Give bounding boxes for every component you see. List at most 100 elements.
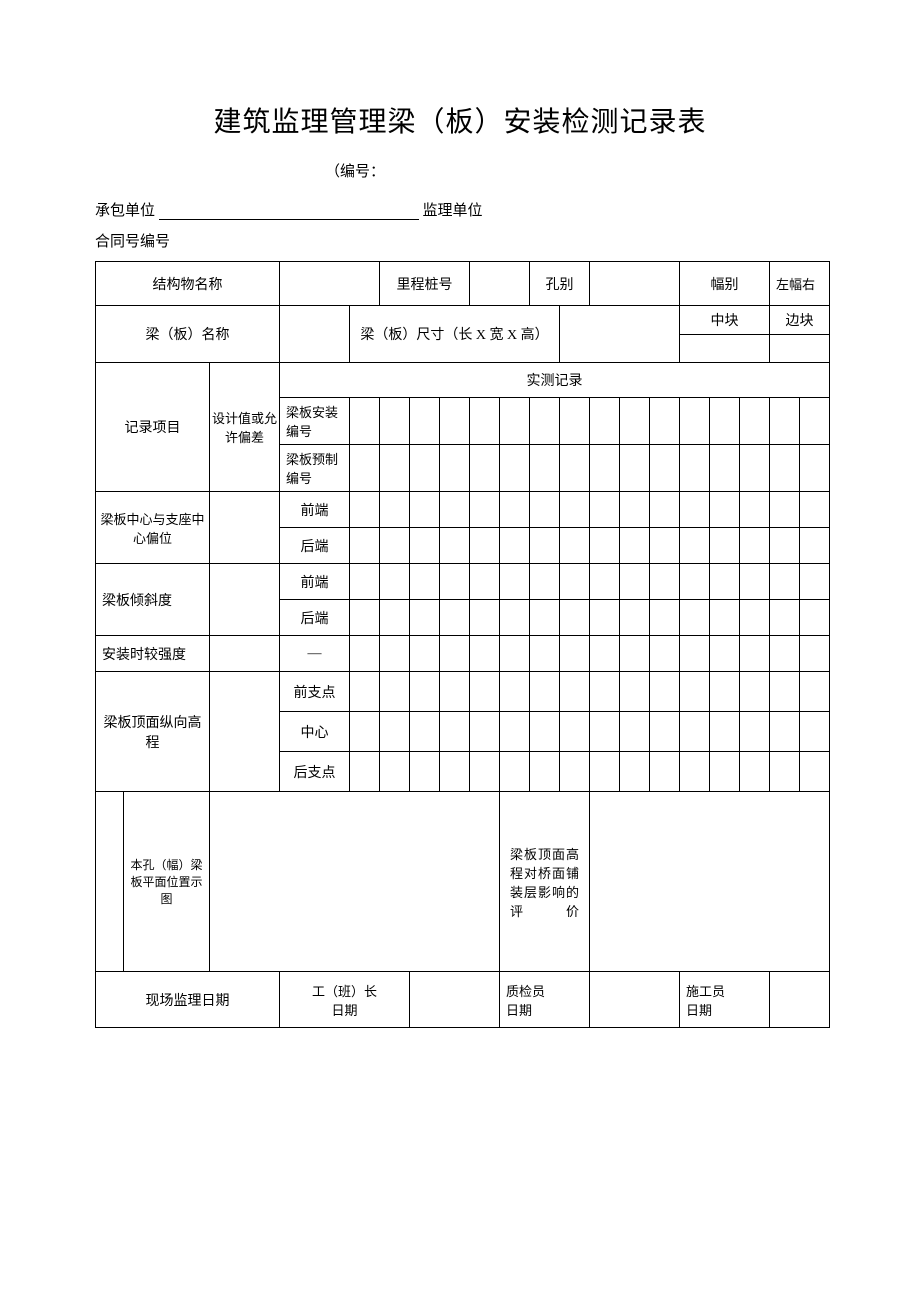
cell	[350, 712, 380, 752]
cell	[710, 712, 740, 752]
cell	[410, 564, 440, 600]
cell	[530, 600, 560, 636]
cell	[530, 528, 560, 564]
cell	[710, 636, 740, 672]
cell	[440, 712, 470, 752]
tolerance-cell	[210, 564, 280, 636]
cell	[380, 600, 410, 636]
cell	[770, 445, 800, 492]
size-value	[560, 306, 680, 363]
cell	[440, 752, 470, 792]
contract-no-line: 合同号编号	[95, 230, 825, 251]
cell	[590, 600, 620, 636]
cell	[740, 636, 770, 672]
beam-name-label: 梁（板）名称	[96, 306, 280, 363]
cell	[740, 600, 770, 636]
cell	[620, 752, 650, 792]
cell	[530, 636, 560, 672]
cell	[560, 564, 590, 600]
cell	[710, 672, 740, 712]
cell	[650, 564, 680, 600]
hole-value	[590, 262, 680, 306]
cell	[680, 636, 710, 672]
cell	[500, 712, 530, 752]
serial-number-label: （编号：	[95, 160, 825, 181]
width-label: 幅别	[680, 262, 770, 306]
cell	[650, 712, 680, 752]
cell	[770, 636, 800, 672]
cell	[350, 564, 380, 600]
cell	[590, 752, 620, 792]
cell	[500, 752, 530, 792]
tilt-label: 梁板倾斜度	[96, 564, 210, 636]
cell	[440, 492, 470, 528]
install-no-label: 梁板安装编号	[280, 398, 350, 445]
eval-label: 梁板顶面高程对桥面铺装层影响的评价	[500, 792, 590, 972]
qc-value	[590, 972, 680, 1028]
plan-diagram-label: 本孔（幅）梁板平面位置示图	[124, 792, 210, 972]
cell	[500, 398, 530, 445]
cell	[500, 636, 530, 672]
cell	[620, 528, 650, 564]
cell	[380, 636, 410, 672]
cell	[350, 492, 380, 528]
cell	[530, 445, 560, 492]
tolerance-cell	[210, 492, 280, 564]
cell	[740, 528, 770, 564]
cell	[770, 528, 800, 564]
cell	[680, 672, 710, 712]
cell	[530, 398, 560, 445]
contractor-line: 承包单位 监理单位	[95, 199, 825, 220]
cell	[680, 528, 710, 564]
cell	[530, 752, 560, 792]
contractor-label: 承包单位	[95, 203, 155, 219]
cell	[740, 672, 770, 712]
cell	[710, 564, 740, 600]
cell	[410, 752, 440, 792]
center-offset-label: 梁板中心与支座中心偏位	[96, 492, 210, 564]
rear-label: 后端	[280, 528, 350, 564]
cell	[650, 492, 680, 528]
mileage-value	[470, 262, 530, 306]
cell	[380, 528, 410, 564]
cell	[650, 636, 680, 672]
cell	[680, 712, 710, 752]
cell	[650, 600, 680, 636]
cell	[470, 528, 500, 564]
cell	[620, 492, 650, 528]
cell	[500, 564, 530, 600]
cell	[410, 712, 440, 752]
cell	[590, 492, 620, 528]
cell	[770, 492, 800, 528]
cell	[770, 564, 800, 600]
cell	[590, 528, 620, 564]
cell	[500, 492, 530, 528]
cell	[410, 398, 440, 445]
cell	[620, 564, 650, 600]
cell	[650, 672, 680, 712]
cell	[440, 672, 470, 712]
page-title: 建筑监理管理梁（板）安装检测记录表	[95, 100, 825, 140]
cell	[800, 564, 830, 600]
cell	[620, 600, 650, 636]
cell	[470, 398, 500, 445]
cell	[560, 600, 590, 636]
strength-label: 安装时较强度	[96, 636, 210, 672]
tolerance-cell	[210, 636, 280, 672]
cell	[590, 672, 620, 712]
cell	[620, 398, 650, 445]
cell	[590, 445, 620, 492]
cell	[770, 398, 800, 445]
cell	[380, 492, 410, 528]
cell	[770, 712, 800, 752]
foreman-value	[410, 972, 500, 1028]
mileage-label: 里程桩号	[380, 262, 470, 306]
prefab-no-label: 梁板预制编号	[280, 445, 350, 492]
cell	[680, 600, 710, 636]
cell	[530, 492, 560, 528]
cell	[470, 712, 500, 752]
cell	[530, 564, 560, 600]
cell	[770, 600, 800, 636]
eval-area	[590, 792, 830, 972]
cell	[620, 672, 650, 712]
